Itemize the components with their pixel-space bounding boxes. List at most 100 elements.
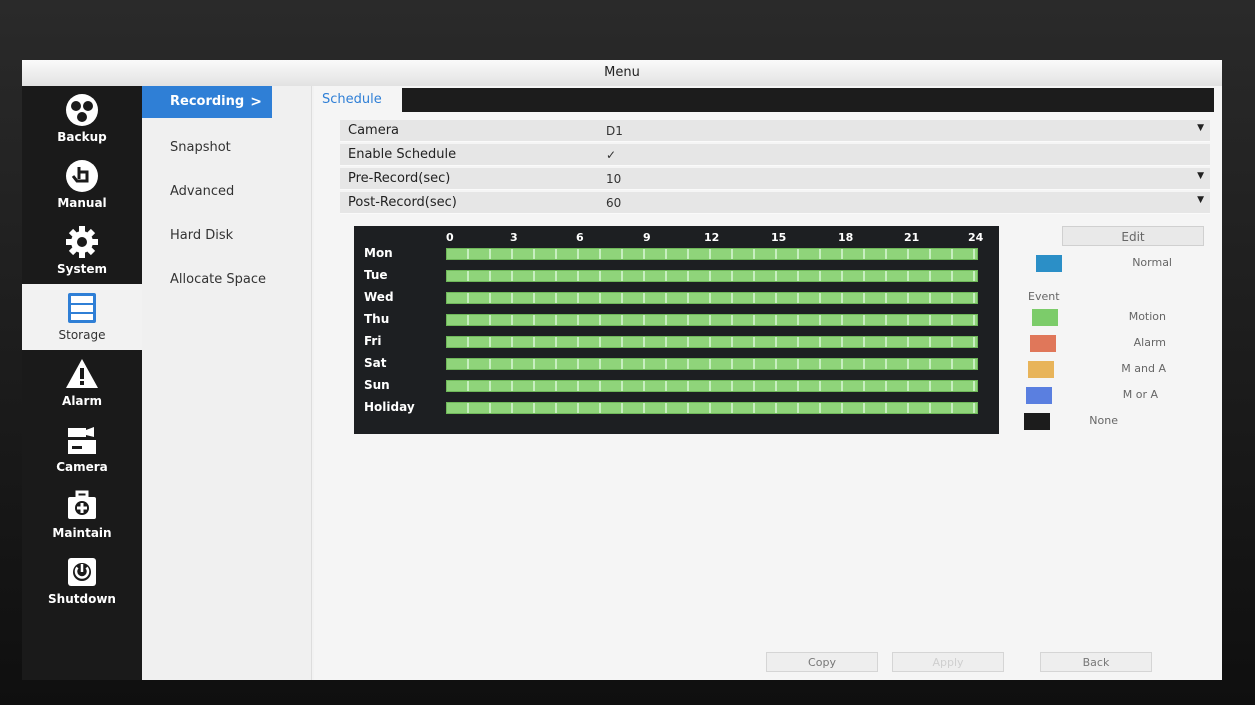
submenu-label: Advanced [170, 184, 235, 199]
pre-record-label: Pre-Record(sec) [348, 171, 451, 186]
hour-label: 24 [968, 231, 984, 244]
submenu-item-allocate-space[interactable]: Allocate Space [142, 264, 312, 296]
manual-icon [66, 160, 98, 192]
day-label-sun: Sun [364, 378, 390, 392]
nav-item-shutdown[interactable]: Shutdown [22, 548, 142, 614]
power-icon [68, 558, 96, 586]
legend-normal[interactable]: Normal [1022, 254, 1182, 274]
day-label-fri: Fri [364, 334, 382, 348]
main-panel: Schedule Camera D1 ▼ Enable Schedule ✓ P… [314, 86, 1222, 680]
nav-label: Shutdown [48, 592, 116, 606]
schedule-bar-mon[interactable] [446, 248, 978, 260]
legend-m-or-a[interactable]: M or A [1022, 386, 1182, 406]
nav-item-storage[interactable]: Storage [22, 284, 142, 350]
day-label-mon: Mon [364, 246, 393, 260]
submenu-label: Allocate Space [170, 272, 267, 287]
m-and-a-swatch [1028, 361, 1054, 378]
backup-icon [66, 94, 98, 126]
enable-schedule-row: Enable Schedule ✓ [340, 144, 1210, 166]
post-record-value: 60 [606, 196, 622, 210]
m-or-a-swatch [1026, 387, 1052, 404]
schedule-bar-sat[interactable] [446, 358, 978, 370]
tab-schedule[interactable]: Schedule [314, 88, 402, 112]
maintain-icon [68, 490, 96, 519]
gear-icon [66, 226, 98, 258]
window-title: Menu [22, 60, 1222, 86]
hour-label: 18 [838, 231, 854, 244]
nav-item-system[interactable]: System [22, 218, 142, 284]
nav-label: Manual [57, 196, 107, 210]
chevron-right-icon: > [250, 94, 262, 110]
nav-item-alarm[interactable]: Alarm [22, 350, 142, 416]
day-label-wed: Wed [364, 290, 394, 304]
dropdown-caret-icon: ▼ [1197, 195, 1204, 205]
enable-schedule-label: Enable Schedule [348, 147, 457, 162]
nav-item-camera[interactable]: Camera [22, 416, 142, 482]
schedule-bar-holiday[interactable] [446, 402, 978, 414]
hour-label: 12 [704, 231, 720, 244]
main-nav-sidebar: Backup Manual System Storage Alarm Camer… [22, 86, 142, 680]
submenu-item-recording[interactable]: Recording > [142, 86, 272, 118]
schedule-bar-wed[interactable] [446, 292, 978, 304]
event-label: Event [1028, 290, 1060, 303]
storage-submenu: Recording > Snapshot Advanced Hard Disk … [142, 86, 312, 680]
apply-button[interactable]: Apply [892, 652, 1004, 672]
dropdown-caret-icon: ▼ [1197, 171, 1204, 181]
nav-label: Maintain [52, 526, 112, 540]
schedule-bar-thu[interactable] [446, 314, 978, 326]
post-record-label: Post-Record(sec) [348, 195, 457, 210]
camera-label: Camera [348, 123, 400, 138]
submenu-label: Snapshot [170, 140, 231, 155]
camera-icon [68, 427, 96, 454]
nav-item-manual[interactable]: Manual [22, 152, 142, 218]
legend-label: M or A [1122, 388, 1158, 401]
legend-m-and-a[interactable]: M and A [1022, 360, 1182, 380]
legend-panel: Edit Normal Event Motion Alarm M and A M… [1014, 226, 1204, 446]
hour-label: 6 [576, 231, 584, 244]
schedule-grid[interactable]: 0 3 6 9 12 15 18 21 24 Mon Tue Wed Thu F… [354, 226, 999, 434]
none-swatch [1024, 413, 1050, 430]
day-label-tue: Tue [364, 268, 388, 282]
pre-record-value: 10 [606, 172, 622, 186]
submenu-item-snapshot[interactable]: Snapshot [142, 132, 312, 164]
submenu-item-advanced[interactable]: Advanced [142, 176, 312, 208]
nav-label: Alarm [62, 394, 102, 408]
nav-item-backup[interactable]: Backup [22, 86, 142, 152]
day-label-thu: Thu [364, 312, 390, 326]
screen: Menu Backup Manual System Storage Alarm … [22, 60, 1222, 680]
nav-label: Storage [58, 328, 106, 342]
copy-button[interactable]: Copy [766, 652, 878, 672]
legend-motion[interactable]: Motion [1022, 308, 1182, 328]
dropdown-caret-icon: ▼ [1197, 123, 1204, 133]
legend-alarm[interactable]: Alarm [1022, 334, 1182, 354]
edit-button[interactable]: Edit [1062, 226, 1204, 246]
legend-none[interactable]: None [1022, 412, 1182, 432]
schedule-bar-fri[interactable] [446, 336, 978, 348]
enable-schedule-checkbox[interactable]: ✓ [606, 148, 616, 162]
submenu-item-hard-disk[interactable]: Hard Disk [142, 220, 312, 252]
schedule-bar-tue[interactable] [446, 270, 978, 282]
hour-label: 0 [446, 231, 454, 244]
normal-swatch [1036, 255, 1062, 272]
post-record-select[interactable]: Post-Record(sec) 60 ▼ [340, 192, 1210, 214]
alarm-swatch [1030, 335, 1056, 352]
day-label-sat: Sat [364, 356, 387, 370]
legend-label: Motion [1128, 310, 1166, 323]
day-label-holiday: Holiday [364, 400, 415, 414]
nav-label: System [57, 262, 107, 276]
back-button[interactable]: Back [1040, 652, 1152, 672]
alarm-icon [66, 359, 98, 388]
hour-label: 9 [643, 231, 651, 244]
camera-select[interactable]: Camera D1 ▼ [340, 120, 1210, 142]
hour-label: 15 [771, 231, 787, 244]
legend-label: None [1089, 414, 1118, 427]
pre-record-select[interactable]: Pre-Record(sec) 10 ▼ [340, 168, 1210, 190]
hour-label: 3 [510, 231, 518, 244]
submenu-label: Recording [170, 94, 245, 109]
submenu-label: Hard Disk [170, 228, 234, 243]
nav-item-maintain[interactable]: Maintain [22, 482, 142, 548]
schedule-bar-sun[interactable] [446, 380, 978, 392]
tab-bar: Schedule [314, 88, 1214, 112]
legend-label: M and A [1121, 362, 1166, 375]
monitor-frame: Menu Backup Manual System Storage Alarm … [0, 0, 1255, 705]
